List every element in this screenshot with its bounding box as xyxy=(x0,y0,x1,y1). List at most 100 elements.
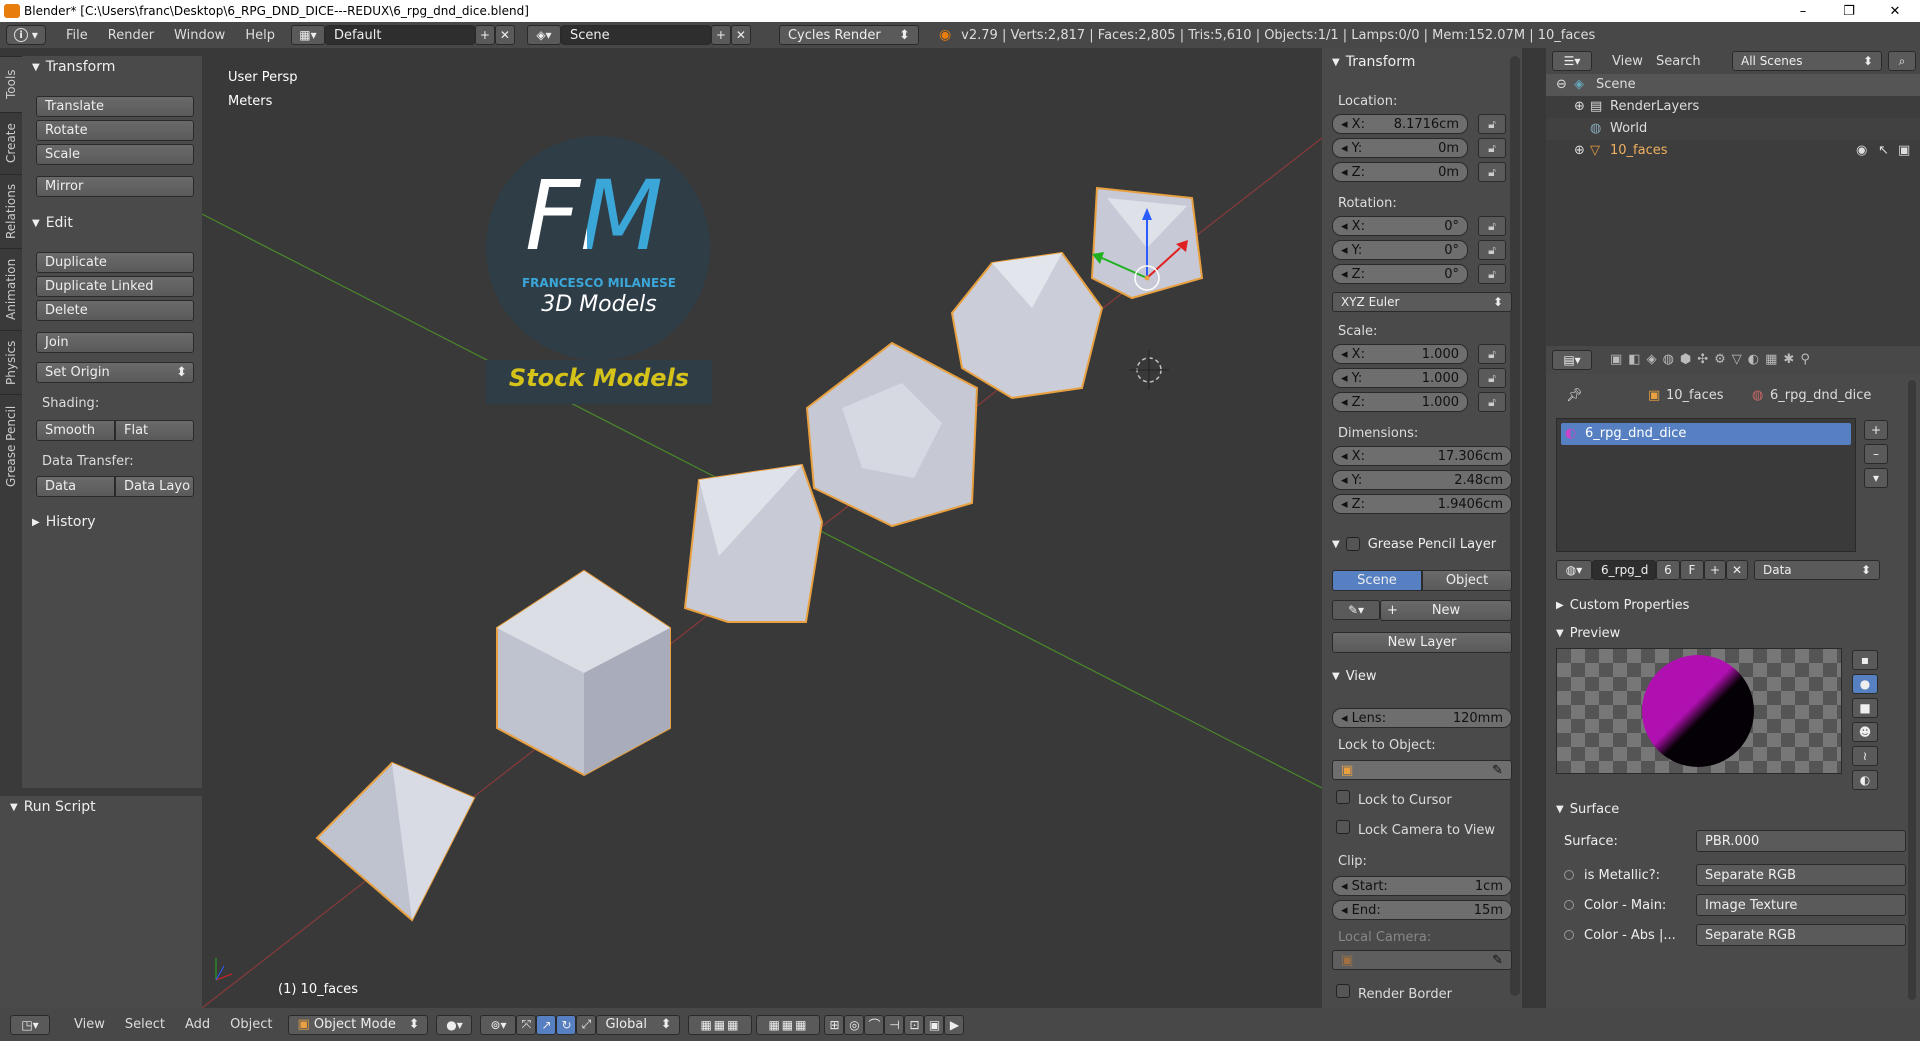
run-script-header[interactable]: ▼ Run Script xyxy=(0,796,96,818)
preview-header[interactable]: ▼ Preview xyxy=(1546,622,1620,644)
scene-add-icon[interactable]: + xyxy=(710,25,731,45)
layout-browse-icon[interactable]: ▦▾ xyxy=(290,25,325,45)
clip-start-field[interactable]: ◂ Start: 1cm xyxy=(1332,876,1512,896)
maximize-button[interactable]: ❐ xyxy=(1826,0,1872,22)
location-z-field[interactable]: ◂ Z: 0m xyxy=(1332,162,1468,182)
tab-grease-pencil[interactable]: Grease Pencil xyxy=(0,394,22,498)
flat-button[interactable]: Flat xyxy=(115,420,194,441)
slot-add-icon[interactable]: + xyxy=(1864,420,1888,440)
viewport-editor-icon[interactable]: ◳▾ xyxy=(10,1014,50,1035)
collapse-icon[interactable]: ⊖ xyxy=(1556,77,1567,92)
preview-monkey-icon[interactable]: ☻ xyxy=(1852,722,1878,742)
npanel-transform-header[interactable]: ▼ Transform xyxy=(1322,52,1415,72)
outliner-row-renderlayers[interactable]: ⊕ ▤ RenderLayers xyxy=(1546,96,1920,118)
editor-type-info-icon[interactable]: i ▾ xyxy=(6,25,46,45)
tab-tools[interactable]: Tools xyxy=(0,56,22,112)
menu-window[interactable]: Window xyxy=(164,28,235,43)
select-arrow-icon[interactable]: ↖ xyxy=(1878,143,1889,158)
menu-object[interactable]: Object xyxy=(220,1017,282,1032)
node-input-select[interactable]: Separate RGB xyxy=(1696,864,1906,886)
opengl-anim-icon[interactable]: ▶ xyxy=(944,1014,965,1035)
snap-toggle-icon[interactable]: ⌒ xyxy=(864,1014,885,1035)
outliner-row-object[interactable]: ⊕ ▽ 10_faces ◉ ↖ ▣ xyxy=(1546,140,1920,162)
lock-icon[interactable]: 🔓︎ xyxy=(1478,344,1506,364)
scale-y-field[interactable]: ◂ Y: 1.000 xyxy=(1332,368,1468,388)
local-camera-field[interactable]: ▣ ✎ xyxy=(1332,950,1512,970)
material-users-count[interactable]: 6 xyxy=(1656,560,1680,580)
node-input-select[interactable]: Image Texture xyxy=(1696,894,1906,916)
surface-shader-select[interactable]: PBR.000 xyxy=(1696,830,1906,852)
rotation-mode-select[interactable]: XYZ Euler ⬍ xyxy=(1332,292,1512,312)
lock-icon[interactable]: 🔓︎ xyxy=(1478,138,1506,158)
material-unlink-icon[interactable]: ✕ xyxy=(1726,560,1748,580)
scene-remove-icon[interactable]: ✕ xyxy=(730,25,751,45)
dimensions-x-field[interactable]: ◂ X: 17.306cm xyxy=(1332,446,1512,466)
dimensions-y-field[interactable]: ◂ Y: 2.48cm xyxy=(1332,470,1512,490)
preview-cube-icon[interactable]: ■ xyxy=(1852,698,1878,718)
node-input-select[interactable]: Separate RGB xyxy=(1696,924,1906,946)
delete-button[interactable]: Delete xyxy=(36,300,194,321)
slot-menu-icon[interactable]: ▾ xyxy=(1864,468,1888,488)
transform-orientation-select[interactable]: Global ⬍ xyxy=(596,1014,681,1035)
expand-icon[interactable]: ⊕ xyxy=(1574,99,1585,114)
render-engine-select[interactable]: Cycles Render ⬍ xyxy=(778,25,919,45)
edit-panel-header[interactable]: ▼ Edit xyxy=(22,212,73,234)
preview-hair-icon[interactable]: ≀ xyxy=(1852,746,1878,766)
fake-user-button[interactable]: F xyxy=(1680,560,1704,580)
menu-select[interactable]: Select xyxy=(115,1017,175,1032)
smooth-button[interactable]: Smooth xyxy=(36,420,115,441)
lock-icon[interactable]: 🔓︎ xyxy=(1478,114,1506,134)
set-origin-select[interactable]: Set Origin ⬍ xyxy=(36,362,194,383)
material-browse-icon[interactable]: ◍▾ xyxy=(1556,560,1592,580)
translate-manipulator-icon[interactable]: ↗ xyxy=(536,1014,557,1035)
outliner-search-menu[interactable]: Search xyxy=(1656,54,1701,69)
opengl-render-icon[interactable]: ▣ xyxy=(924,1014,945,1035)
properties-scrollbar[interactable] xyxy=(1908,380,1916,1000)
dimensions-z-field[interactable]: ◂ Z: 1.9406cm xyxy=(1332,494,1512,514)
tab-create[interactable]: Create xyxy=(0,112,22,174)
clip-end-field[interactable]: ◂ End: 15m xyxy=(1332,900,1512,920)
expand-icon[interactable]: ⊕ xyxy=(1574,143,1585,158)
layer-lock-icon[interactable]: ⊞ xyxy=(824,1014,845,1035)
gp-object-button[interactable]: Object xyxy=(1422,570,1512,591)
snap-element-icon[interactable]: ⊣ xyxy=(884,1014,905,1035)
data-layout-button[interactable]: Data Layo xyxy=(115,476,194,497)
lock-to-cursor-toggle[interactable]: Lock to Cursor xyxy=(1336,790,1452,808)
lock-icon[interactable]: 🔓︎ xyxy=(1478,368,1506,388)
pin-icon[interactable]: 📌︎ xyxy=(1566,388,1583,403)
layout-add-icon[interactable]: + xyxy=(474,25,495,45)
snap-target-icon[interactable]: ⊡ xyxy=(904,1014,925,1035)
lock-icon[interactable]: 🔓︎ xyxy=(1478,392,1506,412)
duplicate-linked-button[interactable]: Duplicate Linked xyxy=(36,276,194,297)
layout-remove-icon[interactable]: ✕ xyxy=(494,25,515,45)
layers-icon[interactable]: ▦▦▦ xyxy=(688,1014,753,1035)
scene-selector[interactable]: Scene xyxy=(560,25,711,45)
outliner-row-scene[interactable]: ⊖ ◈ Scene xyxy=(1546,74,1920,96)
rotation-x-field[interactable]: ◂ X: 0° xyxy=(1332,216,1468,236)
gp-browse-icon[interactable]: ✎▾ xyxy=(1332,600,1380,620)
menu-render[interactable]: Render xyxy=(98,28,164,43)
location-y-field[interactable]: ◂ Y: 0m xyxy=(1332,138,1468,158)
camera-render-icon[interactable]: ▣ xyxy=(1898,143,1910,158)
outliner-search-icon[interactable]: ⌕ xyxy=(1888,51,1916,71)
tab-animation[interactable]: Animation xyxy=(0,248,22,330)
location-x-field[interactable]: ◂ X: 8.1716cm xyxy=(1332,114,1468,134)
scale-button[interactable]: Scale xyxy=(36,144,194,165)
lens-field[interactable]: ◂ Lens: 120mm xyxy=(1332,708,1512,728)
layout-selector[interactable]: Default xyxy=(324,25,475,45)
material-name-field[interactable]: 6_rpg_d xyxy=(1592,560,1656,580)
material-slot-list[interactable]: ◐ 6_rpg_dnd_dice xyxy=(1556,418,1856,552)
rotate-manipulator-icon[interactable]: ↻ xyxy=(556,1014,577,1035)
preview-sky-icon[interactable]: ◐ xyxy=(1852,770,1878,790)
data-button[interactable]: Data xyxy=(36,476,115,497)
scale-z-field[interactable]: ◂ Z: 1.000 xyxy=(1332,392,1468,412)
rotation-z-field[interactable]: ◂ Z: 0° xyxy=(1332,264,1468,284)
material-slot-item[interactable]: ◐ 6_rpg_dnd_dice xyxy=(1561,423,1851,445)
close-button[interactable]: ✕ xyxy=(1872,0,1918,22)
material-link-select[interactable]: Data ⬍ xyxy=(1754,560,1880,580)
mirror-button[interactable]: Mirror xyxy=(36,176,194,197)
shading-mode-icon[interactable]: ●▾ xyxy=(436,1014,473,1035)
grease-pencil-layer-header[interactable]: ▼ Grease Pencil Layer xyxy=(1322,534,1496,554)
transform-panel-header[interactable]: ▼ Transform xyxy=(22,56,115,78)
outliner-view-menu[interactable]: View xyxy=(1612,54,1643,69)
